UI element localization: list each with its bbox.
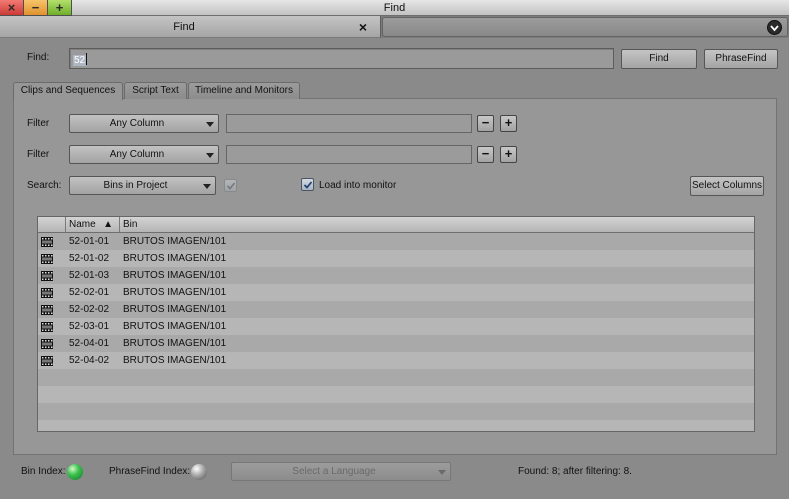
clip-icon (38, 284, 66, 301)
dropdown-arrow-icon (203, 184, 211, 189)
table-row[interactable]: 52-02-02 BRUTOS IMAGEN/101 (38, 301, 754, 318)
clip-name: 52-01-01 (69, 236, 110, 247)
filter-column-value: Any Column (109, 118, 165, 129)
find-input[interactable]: 52 (69, 48, 614, 69)
phrasefind-index-status-light-icon (191, 464, 207, 480)
clip-bin: BRUTOS IMAGEN/101 (123, 355, 227, 366)
sort-ascending-icon: ▲ (103, 219, 113, 230)
search-label: Search: (27, 180, 62, 191)
table-row[interactable]: 52-04-02 BRUTOS IMAGEN/101 (38, 352, 754, 369)
add-filter-button[interactable]: + (500, 146, 517, 163)
empty-table-row (38, 403, 754, 420)
clip-icon (38, 250, 66, 267)
document-tab-label: Find (173, 21, 195, 33)
empty-table-row (38, 420, 754, 431)
tab-script-text[interactable]: Script Text (124, 82, 187, 99)
language-select-value: Select a Language (292, 466, 376, 477)
search-scope-select[interactable]: Bins in Project (69, 176, 216, 195)
table-row[interactable]: 52-01-03 BRUTOS IMAGEN/101 (38, 267, 754, 284)
window-close-button[interactable]: × (0, 0, 24, 16)
dropdown-arrow-icon (438, 470, 446, 475)
checkmark-icon (303, 181, 313, 189)
clip-bin: BRUTOS IMAGEN/101 (123, 270, 227, 281)
clip-bin: BRUTOS IMAGEN/101 (123, 253, 227, 264)
clip-icon (38, 335, 66, 352)
select-columns-button[interactable]: Select Columns (690, 176, 764, 196)
document-tab-close-icon[interactable]: × (357, 16, 369, 38)
bin-index-label: Bin Index: (21, 466, 66, 477)
table-row[interactable]: 52-01-02 BRUTOS IMAGEN/101 (38, 250, 754, 267)
filter-label: Filter (27, 118, 50, 129)
dropdown-arrow-icon (206, 153, 214, 158)
table-row[interactable]: 52-02-01 BRUTOS IMAGEN/101 (38, 284, 754, 301)
column-header-name[interactable]: Name ▲ (66, 217, 120, 232)
tab-clips-and-sequences[interactable]: Clips and Sequences (13, 82, 123, 100)
filter-label: Filter (27, 149, 50, 160)
clip-name: 52-02-02 (69, 304, 110, 315)
clip-name: 52-04-01 (69, 338, 110, 349)
disabled-option-checkbox (224, 179, 237, 192)
clip-icon (38, 301, 66, 318)
clip-name: 52-04-02 (69, 355, 110, 366)
tab-strip-empty-area (382, 17, 788, 37)
clip-icon (38, 352, 66, 369)
clip-name: 52-03-01 (69, 321, 110, 332)
title-bar[interactable] (0, 0, 789, 16)
load-into-monitor-checkbox[interactable] (301, 178, 314, 191)
found-count-text: Found: 8; after filtering: 8. (518, 466, 632, 477)
find-label: Find: (27, 52, 50, 63)
clip-icon (38, 267, 66, 284)
language-select: Select a Language (231, 462, 451, 481)
empty-table-row (38, 369, 754, 386)
phrasefind-index-label: PhraseFind Index: (109, 466, 191, 477)
column-header-name-label: Name (69, 219, 96, 230)
dropdown-arrow-icon (206, 122, 214, 127)
window-maximize-button[interactable]: + (48, 0, 72, 16)
find-button[interactable]: Find (621, 49, 697, 69)
clip-bin: BRUTOS IMAGEN/101 (123, 338, 227, 349)
tab-menu-chevron-down-icon[interactable] (767, 20, 782, 35)
search-scope-value: Bins in Project (103, 180, 168, 191)
checkmark-icon (226, 182, 236, 190)
tab-timeline-and-monitors[interactable]: Timeline and Monitors (188, 82, 300, 99)
column-header-icon[interactable] (38, 217, 66, 232)
clip-icon (38, 318, 66, 335)
table-row[interactable]: 52-03-01 BRUTOS IMAGEN/101 (38, 318, 754, 335)
filter-column-select[interactable]: Any Column (69, 114, 219, 133)
remove-filter-button[interactable]: − (477, 115, 494, 132)
results-table[interactable]: Name ▲ Bin 52-01-01 BRUTOS IMAGEN/101 52… (37, 216, 755, 432)
remove-filter-button[interactable]: − (477, 146, 494, 163)
clip-bin: BRUTOS IMAGEN/101 (123, 321, 227, 332)
clip-bin: BRUTOS IMAGEN/101 (123, 304, 227, 315)
table-header: Name ▲ Bin (38, 217, 754, 233)
load-into-monitor-label[interactable]: Load into monitor (319, 180, 396, 191)
window-minimize-button[interactable]: − (24, 0, 48, 16)
table-row[interactable]: 52-04-01 BRUTOS IMAGEN/101 (38, 335, 754, 352)
find-input-value: 52 (73, 55, 87, 66)
filter-value-input[interactable] (226, 114, 472, 133)
clip-name: 52-01-03 (69, 270, 110, 281)
filter-column-value: Any Column (109, 149, 165, 160)
clip-name: 52-01-02 (69, 253, 110, 264)
empty-table-row (38, 386, 754, 403)
bin-index-status-light-icon (67, 464, 83, 480)
clip-icon (38, 233, 66, 250)
column-header-bin[interactable]: Bin (120, 217, 754, 232)
filter-value-input[interactable] (226, 145, 472, 164)
clip-bin: BRUTOS IMAGEN/101 (123, 236, 227, 247)
add-filter-button[interactable]: + (500, 115, 517, 132)
table-row[interactable]: 52-01-01 BRUTOS IMAGEN/101 (38, 233, 754, 250)
phrasefind-button[interactable]: PhraseFind (704, 49, 778, 69)
clip-name: 52-02-01 (69, 287, 110, 298)
filter-column-select[interactable]: Any Column (69, 145, 219, 164)
text-caret (86, 53, 88, 65)
clip-bin: BRUTOS IMAGEN/101 (123, 287, 227, 298)
